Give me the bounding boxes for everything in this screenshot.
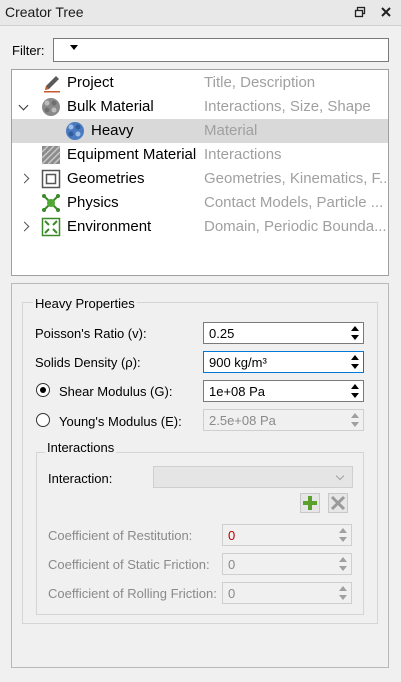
physics-icon [42,194,60,212]
creator-tree: Project Title, Description Bulk Material… [11,69,389,276]
x-icon[interactable] [328,493,348,513]
static-friction-value: 0 [228,557,236,572]
tree-item-bulk-material[interactable]: Bulk Material Interactions, Size, Shape [12,95,388,119]
tree-item-label: Heavy [91,122,134,139]
poisson-ratio-label: Poisson's Ratio (v): [35,326,147,341]
hatched-square-icon [41,145,61,165]
chevron-right-icon[interactable] [18,221,30,233]
static-friction-label: Coefficient of Static Friction: [48,557,210,572]
rolling-friction-value: 0 [228,586,236,601]
interaction-label: Interaction: [48,471,113,486]
tree-item-description: Material [204,122,258,139]
spin-arrows-icon[interactable] [337,556,349,572]
shear-modulus-spinbox[interactable]: 1e+08 Pa [203,380,364,402]
environment-icon [41,217,61,237]
tree-item-description: Domain, Periodic Bounda... [204,218,386,235]
static-friction-spinbox[interactable]: 0 [222,553,352,575]
tree-item-description: Geometries, Kinematics, F... [204,170,386,187]
plus-icon[interactable] [300,493,320,513]
tree-item-description: Interactions, Size, Shape [204,98,371,115]
tree-item-label: Geometries [67,170,145,187]
spin-arrows-icon[interactable] [337,585,349,601]
youngs-modulus-spinbox[interactable]: 2.5e+08 Pa [203,409,364,431]
chevron-down-icon[interactable] [18,102,30,114]
shear-modulus-label: Shear Modulus (G): [59,384,173,399]
cube-icon [41,169,61,189]
interaction-combobox[interactable] [153,466,353,488]
tree-item-environment[interactable]: Environment Domain, Periodic Bounda... [12,215,388,239]
blue-sphere-icon [66,122,84,140]
spin-arrows-icon[interactable] [349,325,361,341]
spin-arrows-icon[interactable] [349,354,361,370]
filter-combobox[interactable] [53,38,389,62]
tree-item-description: Title, Description [204,74,316,91]
window-restore-icon[interactable] [352,4,368,20]
properties-title: Heavy Properties [33,296,137,311]
poisson-ratio-spinbox[interactable]: 0.25 [203,322,364,344]
tree-item-description: Interactions [204,146,282,163]
tree-item-label: Physics [67,194,119,211]
youngs-modulus-value: 2.5e+08 Pa [209,413,276,428]
solids-density-label: Solids Density (ρ): [35,355,141,370]
tree-item-heavy[interactable]: Heavy Material [12,119,388,143]
tree-item-geometries[interactable]: Geometries Geometries, Kinematics, F... [12,167,388,191]
restitution-spinbox[interactable]: 0 [222,524,352,546]
tree-item-project[interactable]: Project Title, Description [12,71,388,95]
chevron-right-icon[interactable] [18,173,30,185]
filter-label: Filter: [12,43,45,58]
shear-modulus-radio[interactable] [36,383,50,397]
solids-density-value: 900 kg/m³ [209,355,267,370]
solids-density-spinbox[interactable]: 900 kg/m³ [203,351,364,373]
gray-sphere-icon [42,98,60,116]
spin-arrows-icon[interactable] [337,527,349,543]
tree-item-label: Bulk Material [67,98,154,115]
chevron-down-icon[interactable] [70,45,78,50]
tree-item-physics[interactable]: Physics Contact Models, Particle ... [12,191,388,215]
shear-modulus-value: 1e+08 Pa [209,384,266,399]
youngs-modulus-label: Young's Modulus (E): [59,414,182,429]
interactions-title: Interactions [45,440,117,455]
rolling-friction-label: Coefficient of Rolling Friction: [48,586,217,601]
youngs-modulus-radio[interactable] [36,413,50,427]
pencil-icon [44,76,60,93]
restitution-value: 0 [228,528,236,543]
rolling-friction-spinbox[interactable]: 0 [222,582,352,604]
poisson-ratio-value: 0.25 [209,326,235,341]
spin-arrows-icon[interactable] [349,383,361,399]
tree-item-label: Equipment Material [67,146,197,163]
tree-item-description: Contact Models, Particle ... [204,194,384,211]
tree-item-label: Project [67,74,114,91]
tree-item-equipment-material[interactable]: Equipment Material Interactions [12,143,388,167]
panel-title: Creator Tree [5,4,84,20]
close-icon[interactable] [378,4,394,20]
tree-item-label: Environment [67,218,152,235]
spin-arrows-icon[interactable] [349,412,361,428]
restitution-label: Coefficient of Restitution: [48,528,193,543]
